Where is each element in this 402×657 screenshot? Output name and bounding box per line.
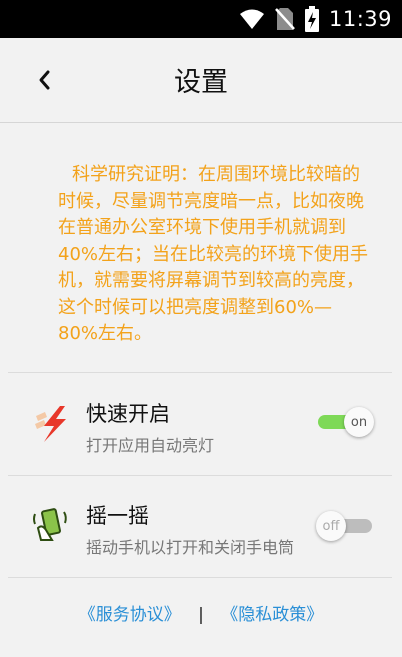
setting-row-shake: 摇一摇 摇动手机以打开和关闭手电筒 off <box>0 476 402 576</box>
setting-subtitle: 摇动手机以打开和关闭手电筒 <box>86 538 295 557</box>
quick-start-toggle[interactable]: on <box>316 407 376 437</box>
status-bar: 11:39 <box>0 0 402 38</box>
footer-links: 《服务协议》 | 《隐私政策》 <box>0 600 402 625</box>
app-bar: 设置 <box>0 38 402 123</box>
status-icons: 11:39 <box>239 0 392 38</box>
setting-title: 快速开启 <box>86 402 170 426</box>
info-line: 科学研究证明：在周围环境比较 <box>72 164 324 185</box>
shake-phone-icon <box>33 508 67 541</box>
divider <box>8 577 392 578</box>
toggle-knob: off <box>316 511 346 541</box>
shake-toggle[interactable]: off <box>316 511 376 541</box>
lightning-icon <box>35 406 66 442</box>
wifi-icon <box>239 9 264 29</box>
status-time: 11:39 <box>328 7 392 31</box>
brightness-info-text: 科学研究证明：在周围环境比较暗的时候，尽量调节亮度暗一点，比如夜晚在普通办公室环… <box>58 162 368 348</box>
page-title: 设置 <box>174 67 228 98</box>
setting-row-quick-start: 快速开启 打开应用自动亮灯 on <box>0 374 402 474</box>
setting-subtitle: 打开应用自动亮灯 <box>86 436 215 455</box>
link-separator: | <box>198 605 204 625</box>
divider <box>8 372 392 373</box>
battery-charging-icon <box>304 6 319 32</box>
privacy-policy-link[interactable]: 《隐私政策》 <box>221 605 323 625</box>
service-agreement-link[interactable]: 《服务协议》 <box>79 605 181 625</box>
setting-title: 摇一摇 <box>86 504 149 528</box>
toggle-knob: on <box>344 407 374 437</box>
no-sim-icon <box>275 8 295 30</box>
